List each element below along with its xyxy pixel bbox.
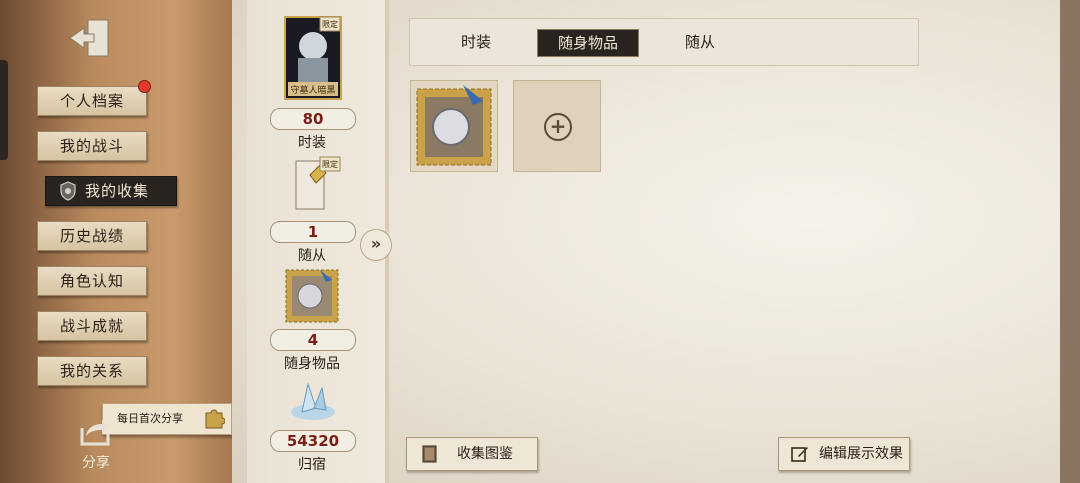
- add-accessory-slot[interactable]: +: [513, 80, 601, 172]
- limited-tag: 限定: [322, 159, 338, 169]
- pet-icon[interactable]: 限定: [284, 155, 342, 217]
- sidebar-item-label: 我的收集: [85, 182, 150, 200]
- sidebar-item-relations[interactable]: 我的关系: [37, 356, 147, 386]
- sidebar-item-profile[interactable]: 个人档案: [37, 86, 147, 116]
- plus-icon: +: [544, 113, 572, 141]
- pet-count: 1: [270, 221, 356, 243]
- accessory-slot[interactable]: [410, 80, 498, 172]
- accessory-label: 随身物品: [284, 356, 340, 372]
- tab-accessories[interactable]: 随身物品: [537, 29, 639, 57]
- accessory-stamp-icon[interactable]: [284, 266, 342, 324]
- daily-share-tip[interactable]: 每日首次分享: [102, 403, 232, 435]
- sidebar-item-collection[interactable]: 我的收集: [45, 176, 177, 206]
- edit-icon: [791, 447, 808, 462]
- sidebar: 个人档案 我的战斗 我的收集 历史战绩 角色认知 战斗成就 我的关系 每日首次分…: [0, 0, 232, 483]
- sidebar-item-battle[interactable]: 我的战斗: [37, 131, 147, 161]
- panel-border: [1060, 0, 1080, 483]
- catalog-button[interactable]: 收集图鉴: [406, 437, 538, 471]
- tab-bar: 时装 随身物品 随从: [409, 18, 919, 66]
- share-icon[interactable]: [78, 418, 112, 448]
- costume-count: 80: [270, 108, 356, 130]
- catalog-button-label: 收集图鉴: [457, 446, 513, 462]
- edit-display-button[interactable]: 编辑展示效果: [778, 437, 910, 471]
- sidebar-item-character[interactable]: 角色认知: [37, 266, 147, 296]
- share-tip-label: 每日首次分享: [117, 412, 183, 425]
- edit-display-button-label: 编辑展示效果: [819, 446, 903, 462]
- sidebar-item-achievements[interactable]: 战斗成就: [37, 311, 147, 341]
- accessory-count: 4: [270, 329, 356, 351]
- puzzle-icon: [205, 409, 225, 429]
- exit-door-icon[interactable]: [68, 18, 112, 58]
- tab-pets[interactable]: 随从: [664, 29, 736, 55]
- shield-icon: [60, 181, 76, 201]
- pet-label: 随从: [298, 248, 326, 264]
- notification-badge: [138, 80, 151, 93]
- home-count: 54320: [270, 430, 356, 452]
- costume-label: 时装: [298, 135, 326, 151]
- book-icon: [422, 445, 437, 463]
- card-caption: 守墓人暗黑: [290, 84, 335, 96]
- sidebar-edge-handle[interactable]: [0, 60, 8, 160]
- home-crystal-icon[interactable]: [284, 378, 342, 424]
- costume-card-icon[interactable]: 守墓人暗黑 限定: [284, 16, 342, 100]
- limited-tag: 限定: [322, 19, 338, 29]
- accessory-stamp-icon: [416, 85, 492, 166]
- expand-arrow-button[interactable]: »: [360, 229, 392, 261]
- home-label: 归宿: [298, 457, 326, 473]
- tab-costume[interactable]: 时装: [440, 29, 512, 55]
- sidebar-item-history[interactable]: 历史战绩: [37, 221, 147, 251]
- share-label[interactable]: 分享: [82, 452, 110, 472]
